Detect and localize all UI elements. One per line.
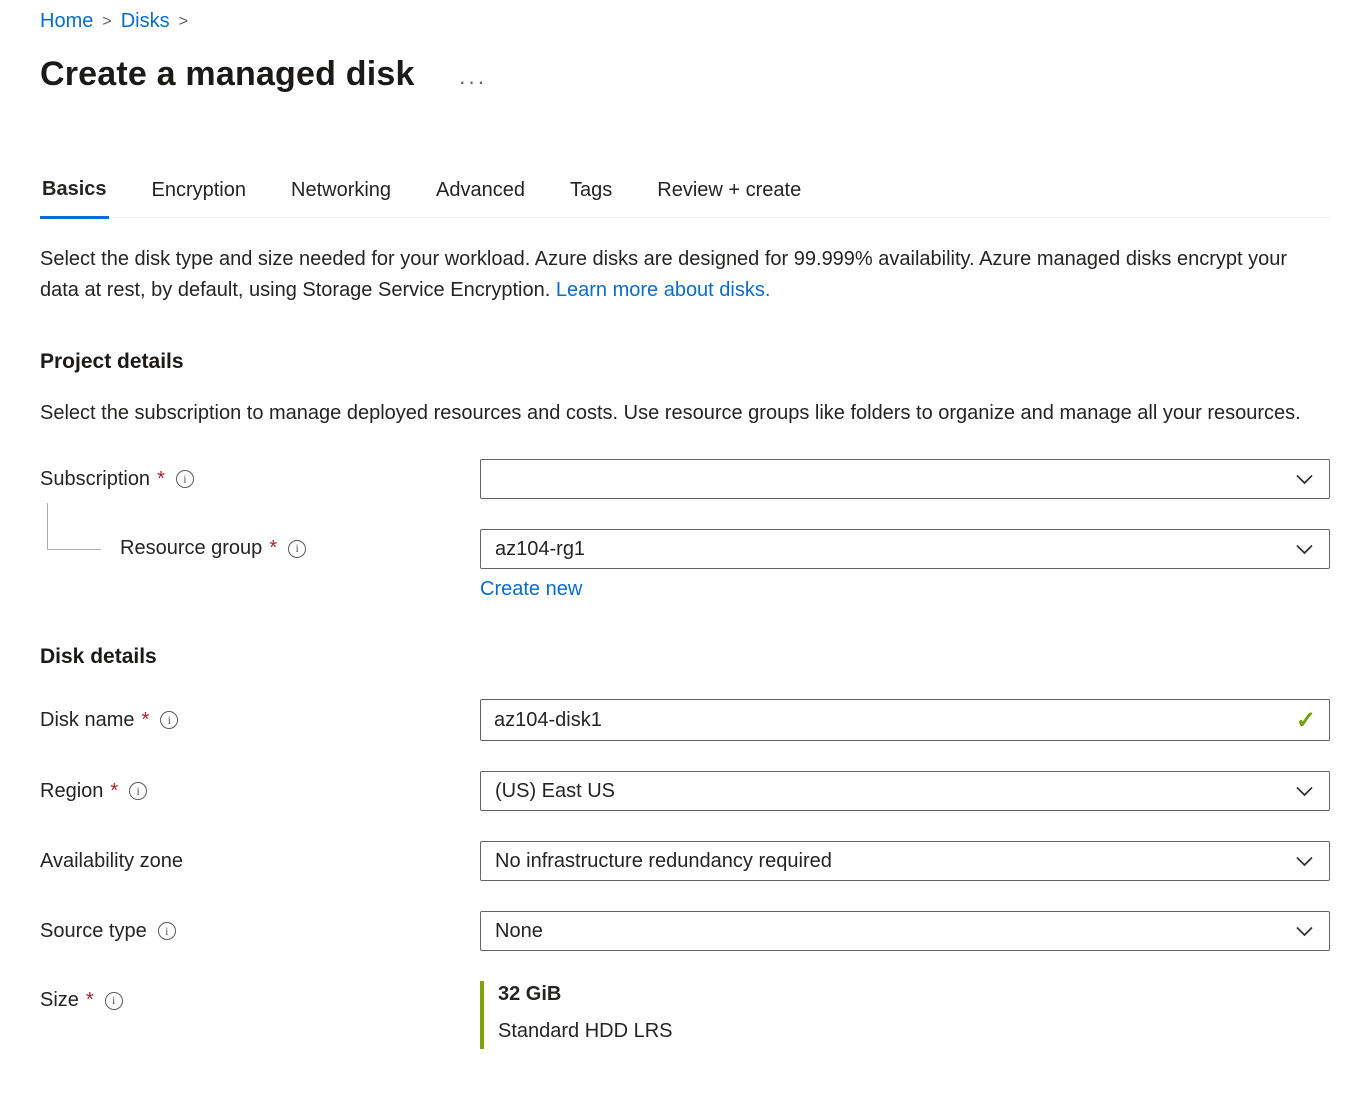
availability-zone-dropdown[interactable]: No infrastructure redundancy required — [480, 841, 1330, 881]
chevron-down-icon — [1296, 786, 1313, 797]
availability-zone-label-group: Availability zone — [40, 850, 480, 873]
chevron-down-icon — [1296, 544, 1313, 555]
page-title: Create a managed disk — [40, 55, 415, 94]
availability-zone-label: Availability zone — [40, 850, 183, 873]
source-type-control: None — [480, 911, 1330, 951]
breadcrumb: Home > Disks > — [40, 10, 1330, 33]
breadcrumb-disks-link[interactable]: Disks — [121, 10, 170, 33]
title-row: Create a managed disk ··· — [40, 55, 1330, 94]
disk-name-input[interactable] — [480, 699, 1330, 741]
more-options-button[interactable]: ··· — [459, 63, 487, 87]
info-icon[interactable]: i — [176, 470, 194, 488]
size-field-row: Size * i 32 GiB Standard HDD LRS — [40, 981, 1330, 1049]
size-sku: Standard HDD LRS — [498, 1020, 1330, 1043]
required-asterisk: * — [110, 780, 118, 803]
resource-group-connector — [47, 503, 101, 550]
project-details-description: Select the subscription to manage deploy… — [40, 398, 1330, 429]
tab-review-create[interactable]: Review + create — [655, 178, 803, 217]
source-type-field-row: Source type i None — [40, 911, 1330, 951]
resource-group-label: Resource group — [120, 537, 262, 560]
subscription-label: Subscription — [40, 468, 150, 491]
valid-checkmark-icon: ✓ — [1296, 706, 1316, 735]
tab-tags[interactable]: Tags — [568, 178, 614, 217]
disk-details-heading: Disk details — [40, 645, 1330, 669]
size-label-group: Size * i — [40, 981, 480, 1012]
tab-basics[interactable]: Basics — [40, 178, 109, 219]
tab-advanced[interactable]: Advanced — [434, 178, 527, 217]
tab-encryption[interactable]: Encryption — [150, 178, 249, 217]
required-asterisk: * — [269, 537, 277, 560]
create-new-link[interactable]: Create new — [480, 578, 582, 601]
source-type-dropdown[interactable]: None — [480, 911, 1330, 951]
size-display: 32 GiB Standard HDD LRS — [480, 981, 1330, 1049]
resource-group-field-row: Resource group * i az104-rg1 Create new — [40, 529, 1330, 601]
info-icon[interactable]: i — [160, 711, 178, 729]
required-asterisk: * — [157, 468, 165, 491]
availability-zone-control: No infrastructure redundancy required — [480, 841, 1330, 881]
info-icon[interactable]: i — [288, 540, 306, 558]
subscription-dropdown[interactable] — [480, 459, 1330, 499]
size-label: Size — [40, 989, 79, 1012]
subscription-control — [480, 459, 1330, 499]
subscription-label-group: Subscription * i — [40, 468, 480, 491]
availability-zone-field-row: Availability zone No infrastructure redu… — [40, 841, 1330, 881]
required-asterisk: * — [86, 989, 94, 1012]
chevron-down-icon — [1296, 926, 1313, 937]
availability-zone-value: No infrastructure redundancy required — [495, 850, 832, 873]
region-label-group: Region * i — [40, 780, 480, 803]
tab-networking[interactable]: Networking — [289, 178, 393, 217]
breadcrumb-home-link[interactable]: Home — [40, 10, 93, 33]
intro-text: Select the disk type and size needed for… — [40, 244, 1330, 306]
source-type-label-group: Source type i — [40, 920, 480, 943]
disk-name-field-row: Disk name * i ✓ — [40, 699, 1330, 741]
resource-group-label-group: Resource group * i — [40, 529, 480, 560]
chevron-down-icon — [1296, 474, 1313, 485]
resource-group-value: az104-rg1 — [495, 538, 585, 561]
create-managed-disk-page: Home > Disks > Create a managed disk ···… — [0, 0, 1348, 1049]
resource-group-dropdown[interactable]: az104-rg1 — [480, 529, 1330, 569]
breadcrumb-separator: > — [102, 13, 111, 31]
disk-name-label: Disk name — [40, 709, 134, 732]
source-type-value: None — [495, 920, 543, 943]
size-value: 32 GiB — [498, 983, 1330, 1006]
breadcrumb-separator: > — [179, 13, 188, 31]
region-dropdown[interactable]: (US) East US — [480, 771, 1330, 811]
disk-name-control: ✓ — [480, 699, 1330, 741]
tab-bar: Basics Encryption Networking Advanced Ta… — [40, 178, 1330, 218]
info-icon[interactable]: i — [129, 782, 147, 800]
resource-group-control: az104-rg1 Create new — [480, 529, 1330, 601]
size-control: 32 GiB Standard HDD LRS — [480, 981, 1330, 1049]
info-icon[interactable]: i — [158, 922, 176, 940]
info-icon[interactable]: i — [105, 992, 123, 1010]
chevron-down-icon — [1296, 856, 1313, 867]
region-control: (US) East US — [480, 771, 1330, 811]
disk-name-label-group: Disk name * i — [40, 709, 480, 732]
region-field-row: Region * i (US) East US — [40, 771, 1330, 811]
region-label: Region — [40, 780, 103, 803]
required-asterisk: * — [141, 709, 149, 732]
project-details-heading: Project details — [40, 350, 1330, 374]
region-value: (US) East US — [495, 780, 615, 803]
source-type-label: Source type — [40, 920, 147, 943]
learn-more-link[interactable]: Learn more about disks. — [556, 279, 771, 301]
subscription-field-row: Subscription * i — [40, 459, 1330, 499]
